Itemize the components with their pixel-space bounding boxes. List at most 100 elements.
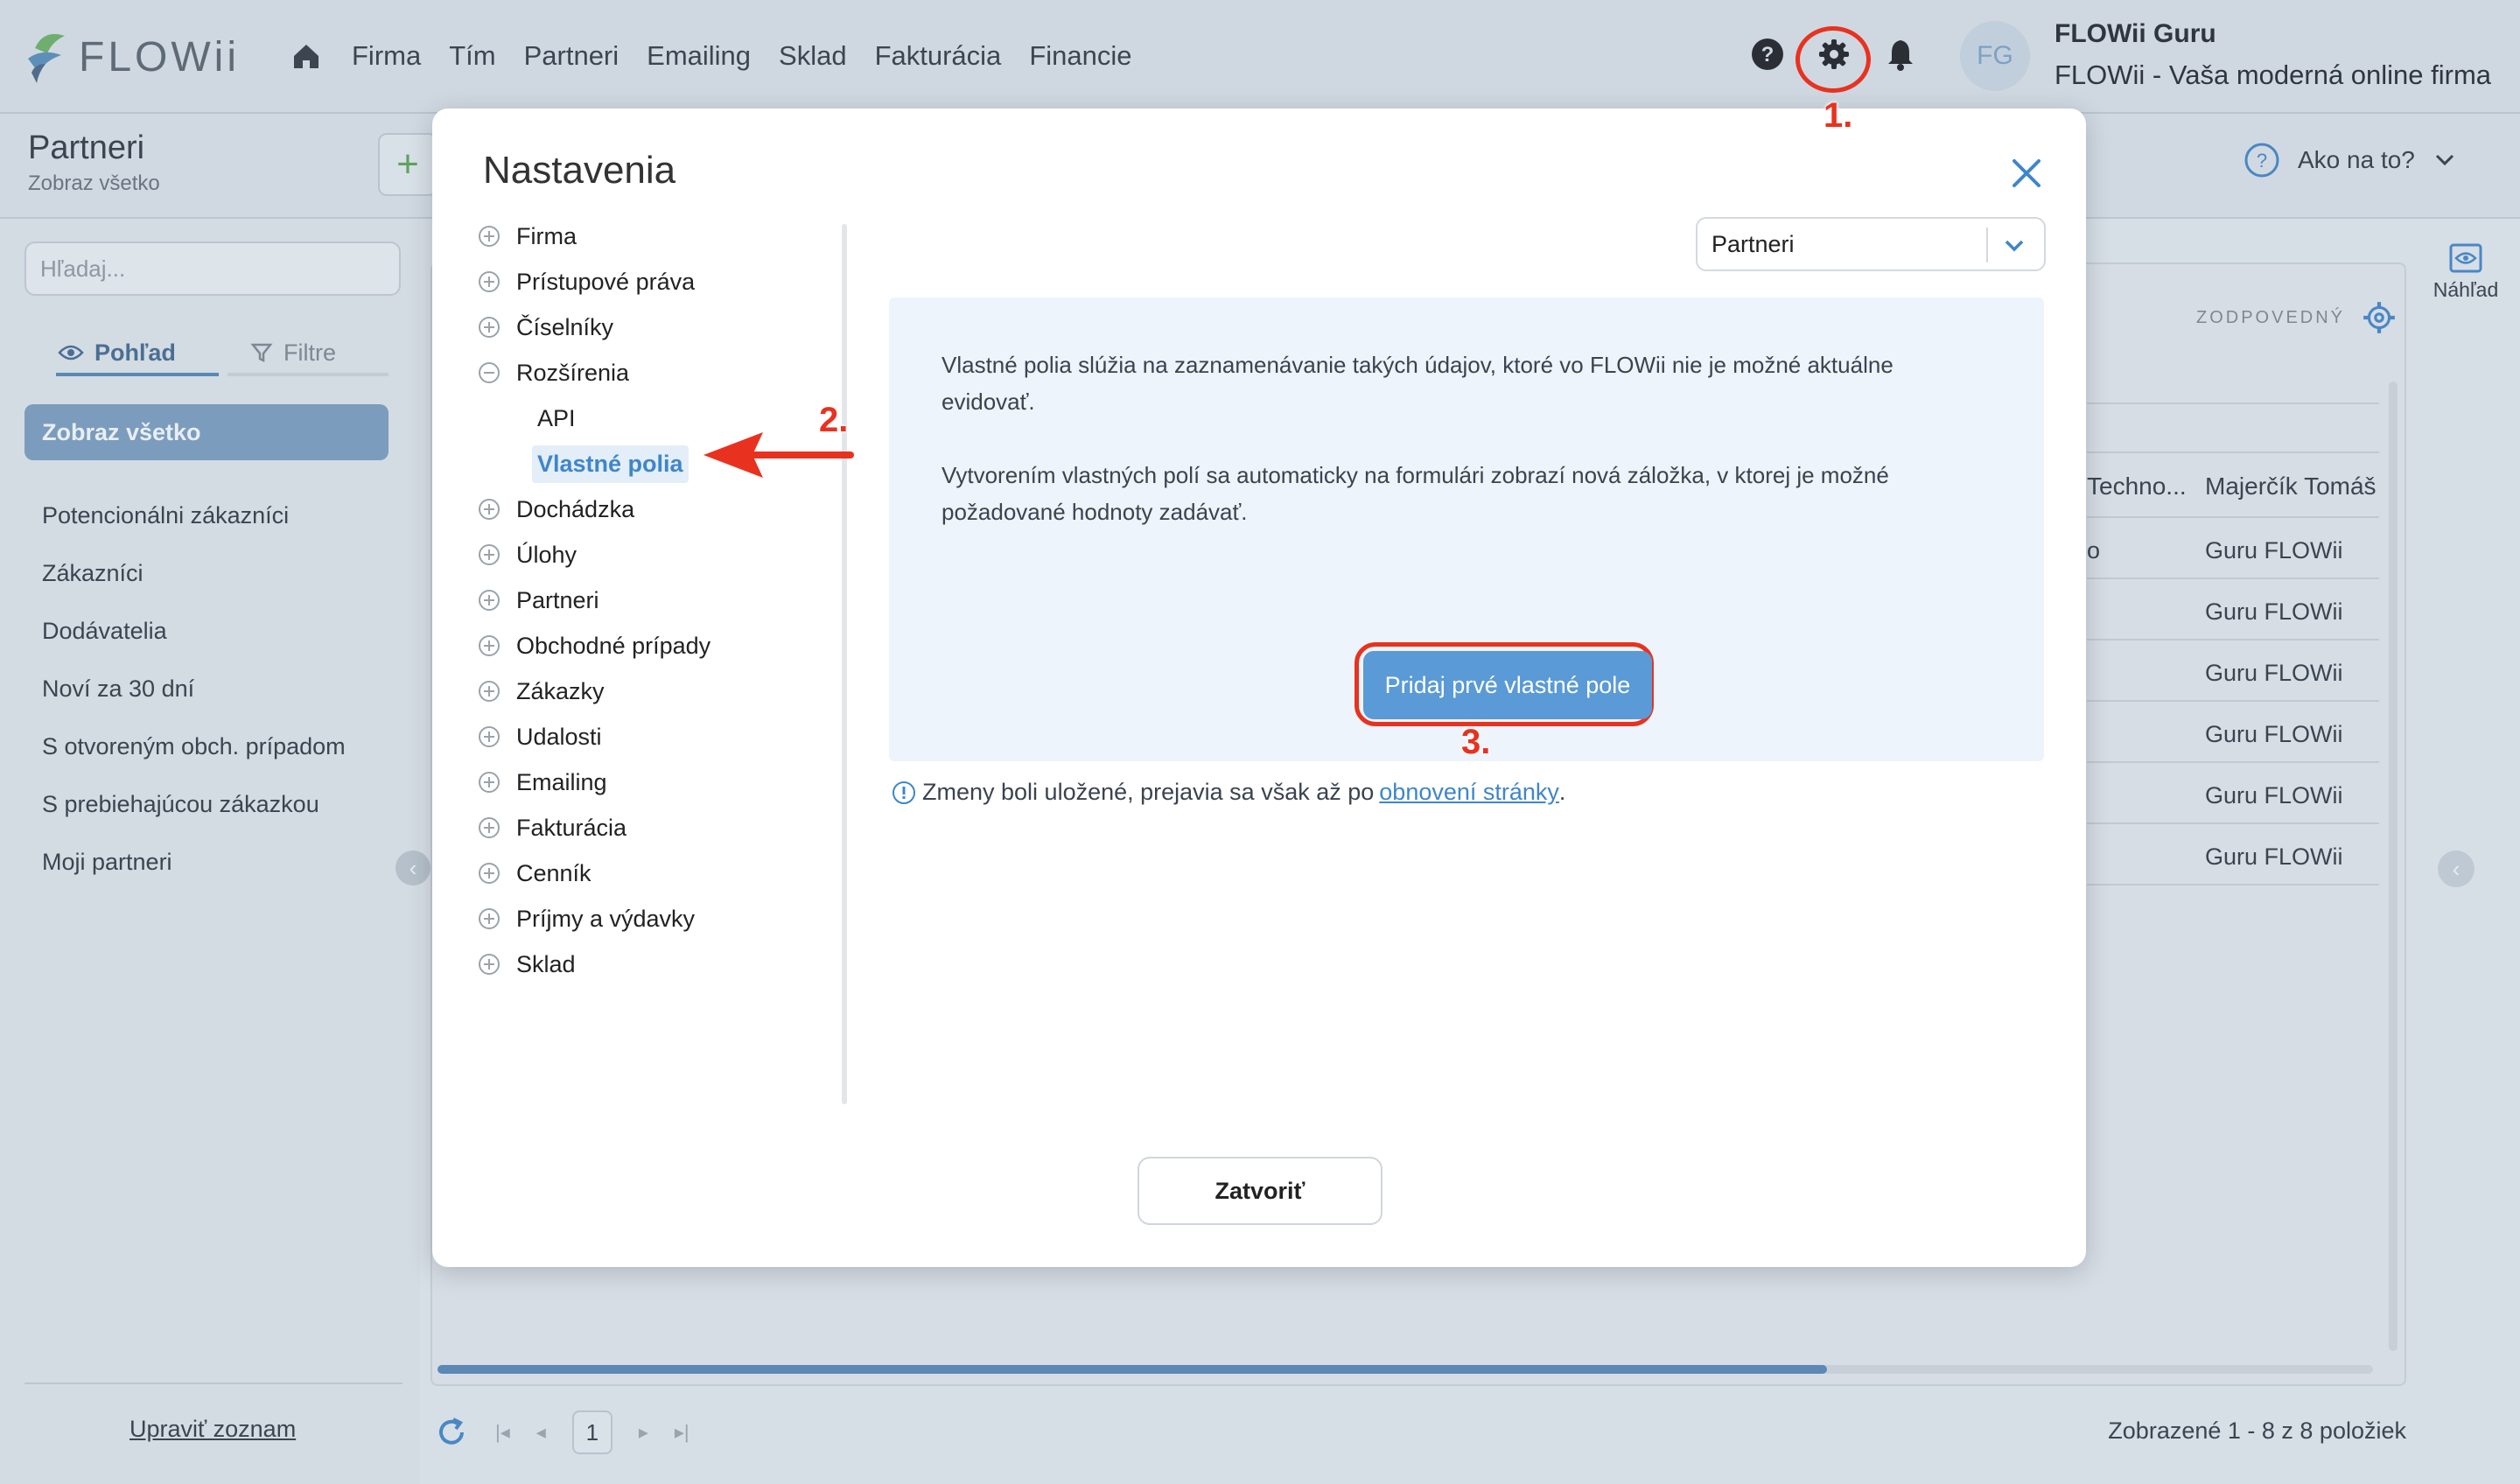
avatar[interactable]: FG: [1960, 21, 2030, 91]
prev-page-icon[interactable]: ◂: [536, 1421, 546, 1444]
search-input[interactable]: Hľadaj...: [24, 242, 401, 296]
collapse-icon[interactable]: [478, 361, 500, 384]
refresh-page-link[interactable]: obnovení stránky: [1379, 779, 1559, 806]
entity-select[interactable]: Partneri: [1696, 217, 2046, 271]
tree-item-prijmy-a-vydavky[interactable]: Príjmy a výdavky: [478, 896, 710, 942]
nav-item-emailing[interactable]: Emailing: [647, 40, 751, 72]
info-text-2: Vytvorením vlastných polí sa automaticky…: [942, 462, 1889, 525]
top-navigation-bar: FLOWii Firma Tím Partneri Emailing Sklad…: [0, 0, 2520, 114]
close-icon[interactable]: [2007, 154, 2046, 192]
tree-item-zakazky[interactable]: Zákazky: [478, 668, 710, 714]
flowii-logo[interactable]: FLOWii: [26, 26, 240, 88]
close-button[interactable]: Zatvoriť: [1138, 1157, 1382, 1225]
add-first-custom-field-button[interactable]: Pridaj prvé vlastné pole: [1363, 651, 1652, 719]
sidebar-item[interactable]: Zákazníci: [42, 560, 346, 618]
tree-item-firma[interactable]: Firma: [478, 214, 710, 259]
tree-item-udalosti[interactable]: Udalosti: [478, 714, 710, 760]
question-circle-icon: ?: [2244, 143, 2279, 178]
tree-item-cennik[interactable]: Cenník: [478, 850, 710, 896]
sidebar-item[interactable]: S prebiehajúcou zákazkou: [42, 791, 346, 849]
horizontal-scrollbar-thumb[interactable]: [438, 1365, 1827, 1374]
table-cell: Guru FLOWii: [2205, 844, 2343, 870]
info-icon: [892, 780, 915, 804]
expand-icon[interactable]: [478, 816, 500, 839]
bell-icon[interactable]: [1881, 35, 1920, 74]
expand-icon[interactable]: [478, 725, 500, 748]
tree-item-ciselniky[interactable]: Číselníky: [478, 304, 710, 350]
last-page-icon[interactable]: ▸|: [675, 1421, 690, 1444]
sidebar-item[interactable]: S otvoreným obch. prípadom: [42, 733, 346, 791]
tab-view-underline: [56, 373, 219, 376]
sidebar-item[interactable]: Dodávatelia: [42, 618, 346, 676]
responsible-label: ZODPOVEDNÝ: [2196, 307, 2346, 327]
nav-item-sklad[interactable]: Sklad: [779, 40, 847, 72]
tree-item-obchodne-pripady[interactable]: Obchodné prípady: [478, 623, 710, 668]
expand-icon[interactable]: [478, 225, 500, 248]
grid-header-col2[interactable]: Majerčík Tomáš: [2205, 472, 2376, 500]
tree-item-fakturacia[interactable]: Fakturácia: [478, 805, 710, 850]
expand-icon[interactable]: [478, 543, 500, 566]
nav-item-firma[interactable]: Firma: [352, 40, 421, 72]
collapse-sidebar-button[interactable]: ‹: [396, 850, 430, 886]
tree-subitem-api[interactable]: API: [478, 396, 710, 441]
expand-icon[interactable]: [478, 862, 500, 885]
sidebar-item-selected[interactable]: Zobraz všetko: [24, 404, 388, 460]
scroll-right-button[interactable]: ‹: [2438, 850, 2474, 887]
nav-item-partneri[interactable]: Partneri: [524, 40, 620, 72]
tree-item-label: Sklad: [516, 950, 576, 977]
expand-icon[interactable]: [478, 316, 500, 339]
expand-icon[interactable]: [478, 953, 500, 976]
sidebar-item[interactable]: Moji partneri: [42, 849, 346, 906]
info-text-1: Vlastné polia slúžia na zaznamenávanie t…: [942, 352, 1894, 415]
table-cell: Guru FLOWii: [2205, 537, 2343, 564]
notice-end: .: [1558, 779, 1566, 805]
sidebar-item[interactable]: Noví za 30 dní: [42, 676, 346, 733]
home-icon[interactable]: [289, 38, 324, 74]
tree-item-label: Firma: [516, 222, 577, 249]
edit-list-link[interactable]: Upraviť zoznam: [130, 1416, 296, 1443]
tab-view[interactable]: Pohľad: [58, 331, 176, 374]
sidebar-item[interactable]: Potencionálni zákazníci: [42, 502, 346, 560]
first-page-icon[interactable]: |◂: [495, 1421, 510, 1444]
nav-item-tim[interactable]: Tím: [449, 40, 495, 72]
tree-item-emailing[interactable]: Emailing: [478, 760, 710, 805]
sidebar-divider: [24, 1382, 402, 1384]
expand-icon[interactable]: [478, 589, 500, 612]
tree-item-ulohy[interactable]: Úlohy: [478, 532, 710, 578]
page-number[interactable]: 1: [571, 1410, 612, 1454]
help-link[interactable]: ? Ako na to?: [2244, 142, 2457, 178]
grid-header-col1[interactable]: Techno...: [2087, 472, 2187, 500]
nav-item-fakturacia[interactable]: Fakturácia: [875, 40, 1002, 72]
help-icon[interactable]: ?: [1748, 35, 1787, 74]
tree-item-rozsirenia[interactable]: Rozšírenia: [478, 350, 710, 396]
tree-subitem-vlastne-polia[interactable]: Vlastné polia: [478, 441, 710, 486]
responsible-filter[interactable]: ZODPOVEDNÝ: [2196, 299, 2398, 336]
tree-item-sklad[interactable]: Sklad: [478, 942, 710, 987]
grid-line: [2087, 402, 2379, 404]
tree-item-partneri[interactable]: Partneri: [478, 578, 710, 623]
nav-item-financie[interactable]: Financie: [1029, 40, 1131, 72]
pagination-summary: Zobrazené 1 - 8 z 8 položiek: [2108, 1418, 2406, 1444]
vertical-scrollbar[interactable]: [2389, 382, 2398, 1351]
next-page-icon[interactable]: ▸: [639, 1421, 648, 1444]
grid-line: [2087, 516, 2379, 518]
tab-filter-label: Filtre: [284, 339, 336, 366]
expand-icon[interactable]: [478, 634, 500, 657]
expand-icon[interactable]: [478, 907, 500, 930]
annotation-arrow: [704, 432, 854, 478]
expand-icon[interactable]: [478, 680, 500, 703]
add-partner-button[interactable]: +: [378, 133, 438, 196]
expand-icon[interactable]: [478, 498, 500, 521]
tree-item-dochadzka[interactable]: Dochádzka: [478, 486, 710, 532]
tab-filter[interactable]: Filtre: [250, 331, 336, 374]
refresh-icon[interactable]: [434, 1415, 469, 1450]
table-cell: Guru FLOWii: [2205, 598, 2343, 625]
expand-icon[interactable]: [478, 270, 500, 293]
tab-view-label: Pohľad: [94, 339, 176, 366]
expand-icon[interactable]: [478, 771, 500, 794]
chevron-down-icon: [2005, 240, 2024, 252]
tree-item-pristupove-prava[interactable]: Prístupové práva: [478, 259, 710, 304]
eye-icon: [58, 345, 84, 360]
preview-toggle[interactable]: Náhľad: [2431, 243, 2501, 302]
tree-scrollbar[interactable]: [842, 224, 847, 1104]
